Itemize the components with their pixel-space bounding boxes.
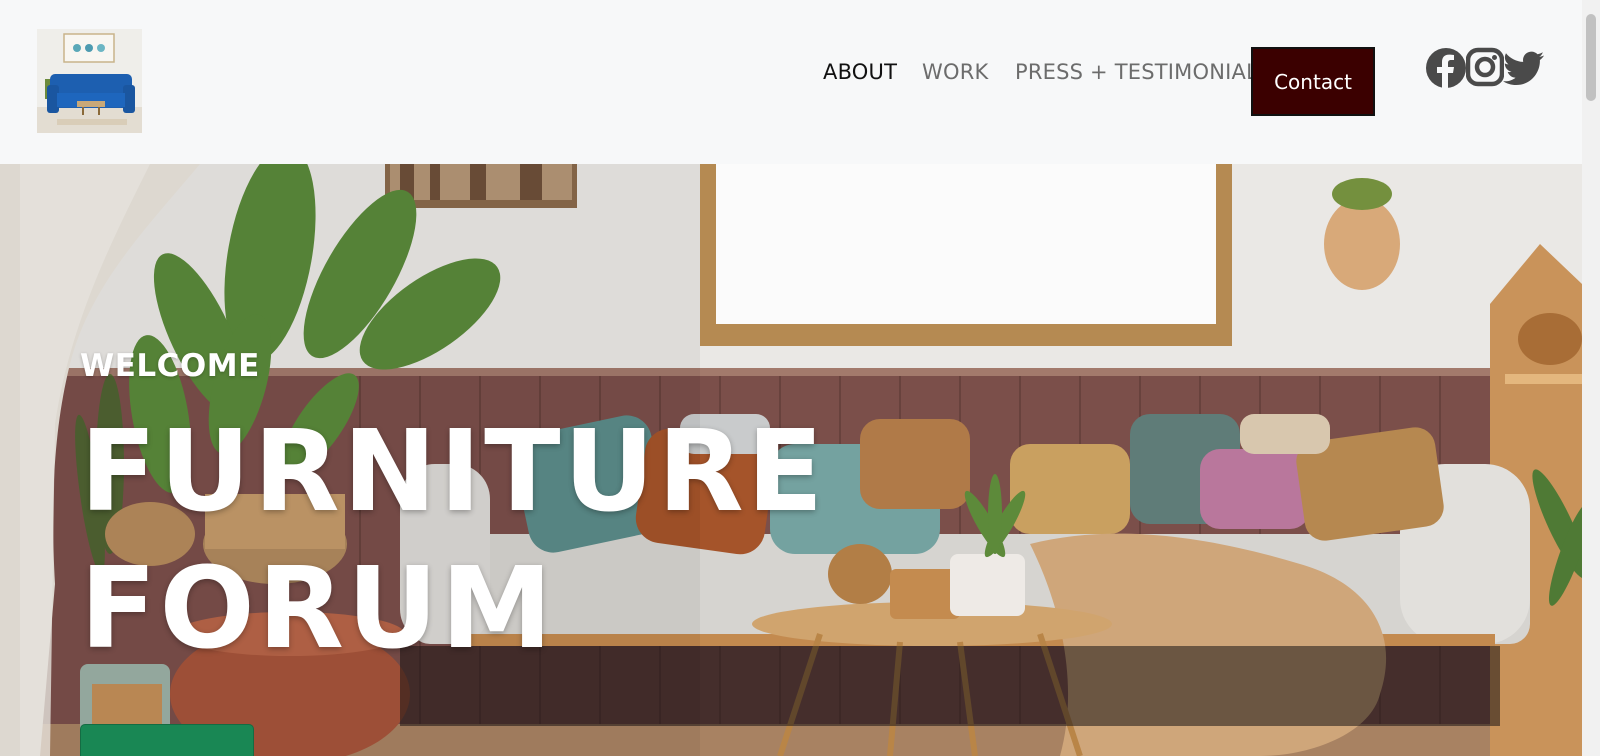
contact-button[interactable]: Contact	[1251, 47, 1375, 116]
hero-title: FURNITURE FORUM	[80, 404, 826, 678]
twitter-icon	[1503, 51, 1544, 85]
site-header: ABOUT WORK PRESS + TESTIMONIAL Contact	[0, 0, 1582, 164]
welcome-label: WELCOME	[80, 348, 260, 384]
hero-title-line-1: FURNITURE	[80, 407, 827, 537]
nav-work-link[interactable]: WORK	[922, 60, 988, 84]
hero-section: WELCOME FURNITURE FORUM	[0, 164, 1582, 756]
main-nav: ABOUT WORK PRESS + TESTIMONIAL Contact	[0, 0, 1582, 164]
facebook-icon	[1426, 48, 1466, 88]
hero-cta-button[interactable]	[80, 724, 254, 756]
page-scrollbar[interactable]	[1582, 0, 1600, 756]
scrollbar-thumb[interactable]	[1586, 14, 1596, 101]
facebook-link[interactable]	[1425, 47, 1467, 89]
instagram-icon	[1466, 47, 1504, 87]
nav-about-link[interactable]: ABOUT	[823, 60, 897, 84]
instagram-link[interactable]	[1466, 47, 1504, 87]
nav-press-link[interactable]: PRESS + TESTIMONIAL	[1015, 60, 1258, 84]
twitter-link[interactable]	[1503, 47, 1545, 87]
hero-title-line-2: FORUM	[80, 544, 556, 674]
